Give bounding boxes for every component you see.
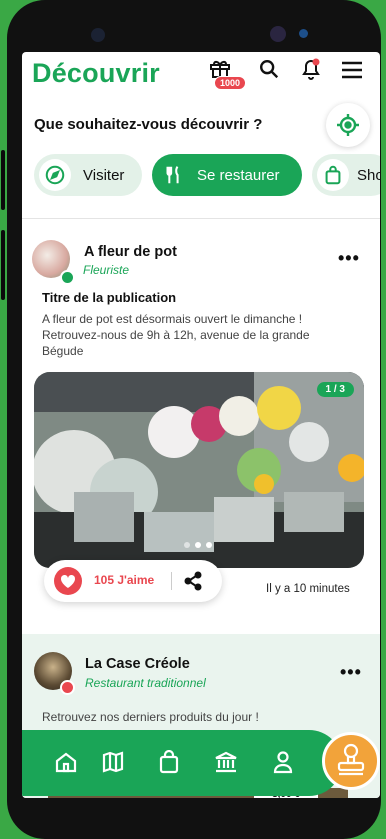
gift-badge: 1000 xyxy=(214,76,247,90)
bottom-nav xyxy=(22,730,342,796)
category-dot xyxy=(60,680,75,695)
museum-icon[interactable] xyxy=(214,750,238,779)
volume-button xyxy=(1,150,5,210)
front-camera xyxy=(270,26,286,42)
post-image[interactable]: 1 / 3 xyxy=(34,372,364,568)
sensor-dot xyxy=(299,29,308,38)
more-options-icon[interactable]: ••• xyxy=(338,248,360,269)
chip-label: Sho xyxy=(357,166,380,184)
image-counter: 1 / 3 xyxy=(316,382,354,397)
menu-icon[interactable] xyxy=(340,60,364,85)
post-category: Fleuriste xyxy=(83,263,130,277)
chip-shopping[interactable]: Sho xyxy=(312,154,380,196)
post-author[interactable]: A fleur de pot xyxy=(84,244,177,260)
heart-icon[interactable] xyxy=(54,567,82,595)
share-icon[interactable] xyxy=(182,570,204,597)
user-icon[interactable] xyxy=(272,750,294,779)
post-text: Retrouvez nos derniers produits du jour … xyxy=(42,710,259,724)
crosshair-icon xyxy=(337,114,359,136)
map-icon[interactable] xyxy=(101,750,125,779)
home-icon[interactable] xyxy=(54,750,78,779)
discover-question: Que souhaitez-vous découvrir ? xyxy=(34,116,263,133)
category-dot xyxy=(60,270,75,285)
more-options-icon[interactable]: ••• xyxy=(340,662,362,683)
post-time: Il y a 10 minutes xyxy=(266,583,350,595)
likes-count[interactable]: 105 J'aime xyxy=(94,573,154,587)
like-bar: 105 J'aime xyxy=(44,560,222,602)
post-text: A fleur de pot est désormais ouvert le d… xyxy=(42,312,310,358)
flower-photo xyxy=(34,372,364,568)
location-button[interactable] xyxy=(326,103,370,147)
divider xyxy=(22,218,380,219)
chip-se-restaurer[interactable]: Se restaurer xyxy=(152,154,302,196)
compass-icon xyxy=(39,159,71,191)
sensor xyxy=(91,28,105,42)
search-icon[interactable] xyxy=(258,58,280,85)
post-category: Restaurant traditionnel xyxy=(85,676,206,690)
carousel-dots xyxy=(184,542,212,548)
shopping-bag-icon[interactable] xyxy=(158,749,180,779)
bell-icon[interactable] xyxy=(300,57,322,86)
page-title: Découvrir xyxy=(32,58,160,88)
app-screen: Découvrir 1000 Que souhaitez-vous découv… xyxy=(22,52,380,798)
chip-visiter[interactable]: Visiter xyxy=(34,154,142,196)
header: Découvrir 1000 xyxy=(22,52,380,100)
divider xyxy=(171,572,172,590)
chip-label: Visiter xyxy=(83,166,125,184)
power-button xyxy=(1,230,5,300)
post-title: Titre de la publication xyxy=(42,290,177,305)
chip-label: Se restaurer xyxy=(197,166,280,184)
stamp-button[interactable] xyxy=(322,732,380,790)
shopping-bag-icon xyxy=(317,159,349,191)
fork-knife-icon xyxy=(157,159,189,191)
stamp-icon xyxy=(337,743,365,776)
post-author[interactable]: La Case Créole xyxy=(85,656,190,672)
